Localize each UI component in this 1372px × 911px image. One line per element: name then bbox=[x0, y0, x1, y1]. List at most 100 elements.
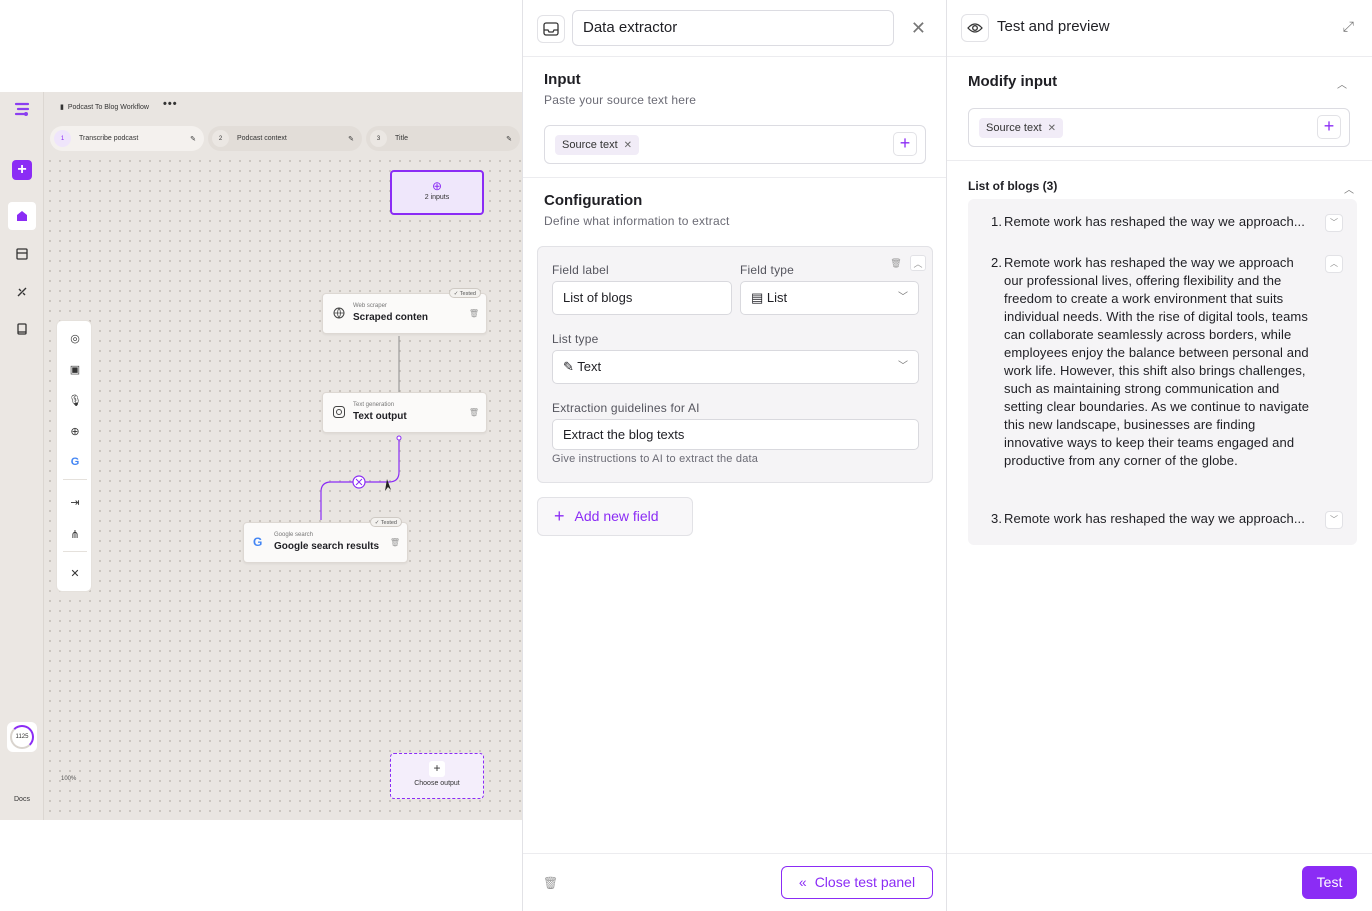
item-number: 3. bbox=[991, 511, 1003, 526]
chevron-down-icon[interactable]: ﹀ bbox=[1325, 214, 1343, 232]
test-preview-panel: Test and preview ⤢ Modify input ︿ Source… bbox=[947, 0, 1372, 911]
inputs-node[interactable]: ⊕ 2 inputs bbox=[390, 170, 484, 215]
chevron-up-icon[interactable]: ︿ bbox=[1344, 181, 1354, 196]
data-extractor-panel: Data extractor ✕ Input Paste your source… bbox=[522, 0, 947, 911]
text-generation-node[interactable]: Text generation Text output 🗑 bbox=[322, 392, 487, 433]
workflow-canvas[interactable]: ⊕ 2 inputs ✓ Tested Web scraper Scraped … bbox=[45, 156, 523, 820]
field-type-select[interactable]: ▤ List ﹀ bbox=[740, 281, 919, 315]
edit-icon[interactable]: ✎ bbox=[190, 135, 196, 143]
step-tab-2[interactable]: 2 Podcast context ✎ bbox=[208, 126, 362, 151]
chevron-up-icon[interactable]: ︿ bbox=[910, 255, 926, 271]
credits-value: 1125 bbox=[10, 725, 34, 749]
microphone-icon[interactable]: 🎙 bbox=[68, 393, 82, 407]
choose-output-node[interactable]: + Choose output bbox=[390, 753, 484, 799]
modify-input-field[interactable]: Source text ✕ + bbox=[968, 108, 1350, 147]
google-icon[interactable]: G bbox=[68, 455, 82, 469]
trash-icon[interactable]: 🗑 bbox=[469, 408, 479, 417]
list-item[interactable]: 2. Remote work has reshaped the way we a… bbox=[991, 254, 1311, 470]
remove-chip-icon[interactable]: ✕ bbox=[1048, 123, 1056, 134]
workflow-title[interactable]: ▮ Podcast To Blog Workflow bbox=[60, 103, 149, 112]
chevron-up-icon[interactable]: ︿ bbox=[1325, 255, 1343, 273]
step-tab-1[interactable]: 1 Transcribe podcast ✎ bbox=[50, 126, 204, 151]
item-number: 2. bbox=[991, 255, 1003, 270]
ai-model-icon bbox=[332, 405, 346, 419]
credits-meter[interactable]: 1125 bbox=[7, 722, 37, 752]
trash-icon[interactable]: 🗑 bbox=[469, 309, 479, 318]
create-button[interactable]: + bbox=[12, 160, 32, 180]
source-chip[interactable]: Source text ✕ bbox=[979, 118, 1064, 138]
chevron-down-icon: ﹀ bbox=[898, 292, 908, 303]
workflow-title-text: Podcast To Blog Workflow bbox=[67, 103, 149, 111]
node-name: Scraped conten bbox=[353, 312, 429, 323]
more-options-icon[interactable]: ••• bbox=[163, 98, 178, 110]
import-icon[interactable]: ⇥ bbox=[68, 495, 82, 509]
edit-icon[interactable]: ✎ bbox=[506, 135, 512, 143]
chevron-up-icon[interactable]: ︿ bbox=[1337, 76, 1347, 91]
step-number: 2 bbox=[212, 130, 229, 147]
connector-lines bbox=[320, 336, 402, 520]
tools-icon[interactable] bbox=[12, 282, 32, 302]
globe-icon bbox=[332, 306, 346, 320]
source-input-field[interactable]: Source text ✕ + bbox=[544, 125, 926, 164]
store-icon[interactable] bbox=[12, 244, 32, 264]
globe-icon[interactable]: ⊕ bbox=[68, 424, 82, 438]
book-icon[interactable] bbox=[12, 319, 32, 339]
test-button[interactable]: Test bbox=[1302, 866, 1357, 899]
expand-icon[interactable]: ⤢ bbox=[1343, 18, 1354, 35]
remove-chip-icon[interactable]: ✕ bbox=[624, 140, 632, 151]
tools-icon[interactable]: ✕ bbox=[68, 566, 82, 580]
eye-icon bbox=[961, 14, 989, 42]
close-test-panel-button[interactable]: « Close test panel bbox=[781, 866, 933, 899]
field-label-input[interactable]: List of blogs bbox=[552, 281, 732, 315]
list-icon: ▤ bbox=[751, 290, 767, 305]
guidelines-hint: Give instructions to AI to extract the d… bbox=[552, 453, 759, 465]
node-title-input[interactable]: Data extractor bbox=[572, 10, 894, 46]
chevron-down-icon: ﹀ bbox=[898, 361, 908, 372]
item-text: Remote work has reshaped the way we appr… bbox=[1004, 511, 1305, 526]
source-chip[interactable]: Source text ✕ bbox=[555, 135, 640, 155]
add-new-field-button[interactable]: + Add new field bbox=[537, 497, 693, 536]
trash-icon[interactable]: 🗑 bbox=[888, 255, 904, 271]
home-icon[interactable] bbox=[8, 202, 36, 230]
item-number: 1. bbox=[991, 214, 1003, 229]
step-label: Podcast context bbox=[237, 135, 287, 142]
close-icon[interactable]: ✕ bbox=[911, 18, 926, 38]
list-item[interactable]: 1. Remote work has reshaped the way we a… bbox=[991, 213, 1311, 231]
google-icon: G bbox=[253, 535, 263, 549]
trash-icon[interactable]: 🗑 bbox=[390, 538, 400, 547]
preview-footer: Test bbox=[947, 853, 1372, 911]
image-icon[interactable]: ▣ bbox=[68, 362, 82, 376]
app-logo-icon[interactable] bbox=[13, 100, 31, 118]
field-type-label: Field type bbox=[740, 263, 795, 277]
modify-input-heading: Modify input bbox=[968, 73, 1058, 90]
list-item[interactable]: 3. Remote work has reshaped the way we a… bbox=[991, 510, 1311, 528]
section-divider bbox=[523, 177, 946, 178]
tested-badge: ✓ Tested bbox=[369, 517, 402, 527]
chevron-down-icon[interactable]: ﹀ bbox=[1325, 511, 1343, 529]
panel-header: Data extractor ✕ bbox=[523, 0, 946, 57]
list-type-select[interactable]: ✎ Text ﹀ bbox=[552, 350, 919, 384]
zoom-level[interactable]: 100% bbox=[61, 776, 76, 782]
web-scraper-node[interactable]: ✓ Tested Web scraper Scraped conten 🗑 bbox=[322, 288, 487, 334]
ai-model-icon[interactable]: ◎ bbox=[68, 331, 82, 345]
docs-link[interactable]: Docs bbox=[14, 796, 30, 803]
toolbar-divider bbox=[63, 479, 87, 480]
chip-label: Source text bbox=[562, 139, 618, 151]
configuration-heading: Configuration bbox=[544, 192, 643, 209]
double-chevron-left-icon: « bbox=[798, 874, 807, 890]
step-tab-3[interactable]: 3 Title ✎ bbox=[366, 126, 520, 151]
node-toolbar: ◎ ▣ 🎙 ⊕ G ⇥ ⋔ ✕ bbox=[56, 320, 92, 592]
trash-icon[interactable]: 🗑 bbox=[543, 876, 558, 890]
tested-badge: ✓ Tested bbox=[448, 288, 481, 298]
add-input-button[interactable]: + bbox=[1317, 115, 1341, 139]
hierarchy-icon[interactable]: ⋔ bbox=[68, 527, 82, 541]
edit-icon[interactable]: ✎ bbox=[348, 135, 354, 143]
google-search-node[interactable]: ✓ Tested G Google search Google search r… bbox=[243, 517, 408, 563]
item-text: Remote work has reshaped the way we appr… bbox=[1004, 214, 1305, 229]
guidelines-input[interactable]: Extract the blog texts bbox=[552, 419, 919, 450]
plus-icon: + bbox=[554, 506, 565, 526]
add-input-button[interactable]: + bbox=[893, 132, 917, 156]
inputs-node-label: 2 inputs bbox=[424, 194, 450, 201]
add-field-label: Add new field bbox=[574, 508, 659, 524]
step-label: Transcribe podcast bbox=[79, 135, 139, 142]
